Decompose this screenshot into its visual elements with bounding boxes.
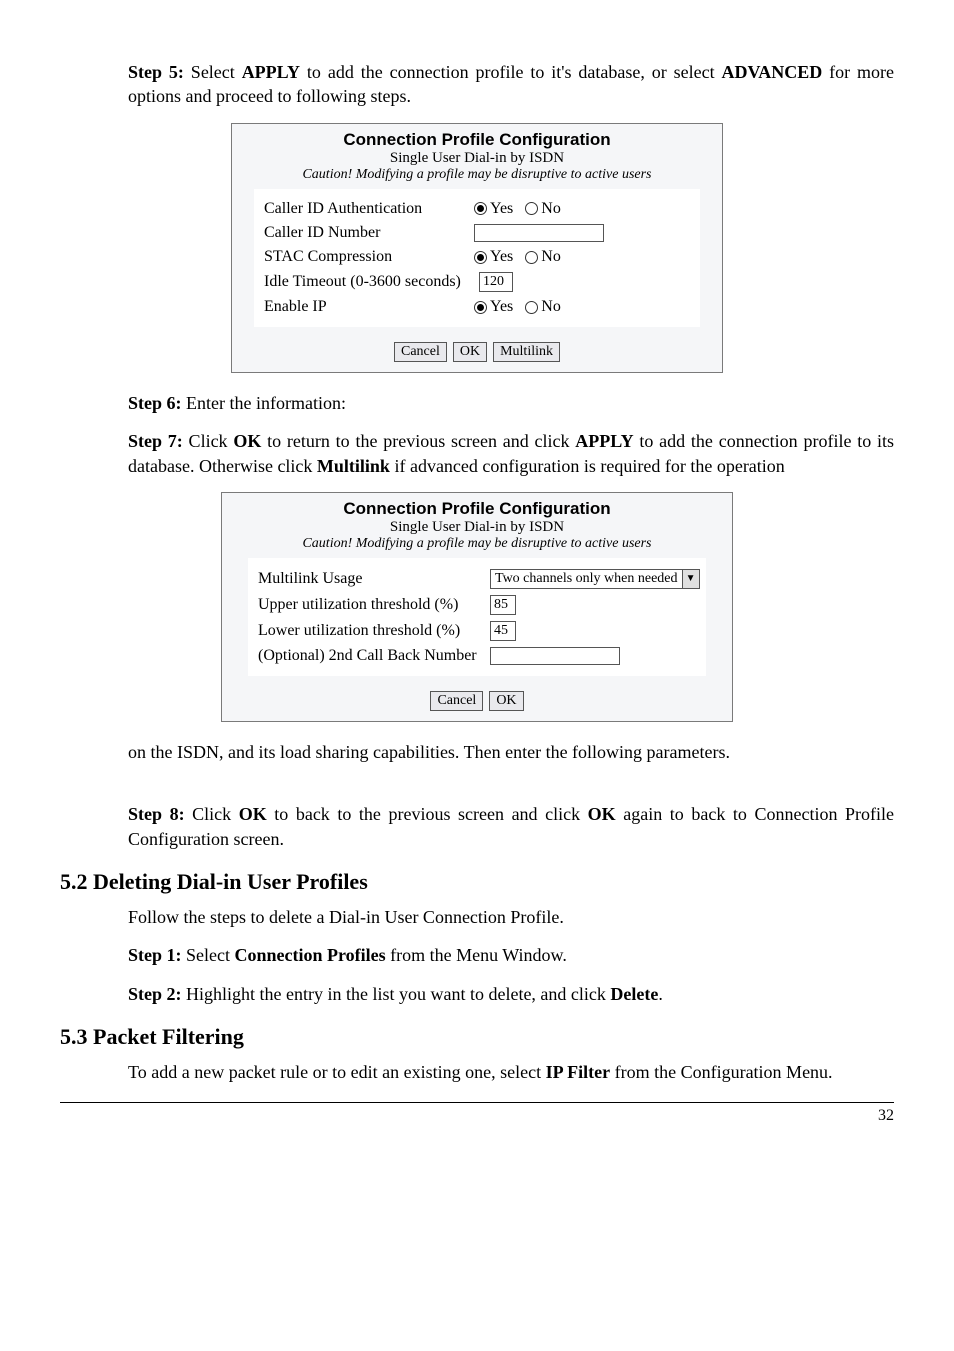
section-5-3-heading: 5.3 Packet Filtering	[60, 1024, 894, 1050]
fig1-title: Connection Profile Configuration	[232, 124, 722, 150]
lower-threshold-input[interactable]: 45	[490, 621, 516, 641]
fig1-body: Caller ID Authentication Yes No Caller I…	[254, 189, 700, 327]
after-fig2-text: on the ISDN, and its load sharing capabi…	[128, 740, 894, 764]
step7-label: Step 7:	[128, 431, 183, 451]
step8-label: Step 8:	[128, 804, 185, 824]
advanced-word: ADVANCED	[722, 62, 823, 82]
caller-id-auth-yes-radio[interactable]	[474, 202, 487, 215]
sec53-intro: To add a new packet rule or to edit an e…	[128, 1060, 894, 1084]
upper-threshold-label: Upper utilization threshold (%)	[258, 596, 490, 614]
fig2-ok-button[interactable]: OK	[489, 691, 523, 711]
caller-id-number-label: Caller ID Number	[264, 224, 474, 242]
step5-paragraph: Step 5: Select APPLY to add the connecti…	[128, 60, 894, 109]
sec52-step1: Step 1: Select Connection Profiles from …	[128, 943, 894, 967]
multilink-usage-label: Multilink Usage	[258, 570, 490, 588]
multilink-usage-select[interactable]: Two channels only when needed ▼	[490, 569, 700, 589]
enable-ip-label: Enable IP	[264, 298, 474, 316]
lower-threshold-label: Lower utilization threshold (%)	[258, 622, 490, 640]
callback-number-label: (Optional) 2nd Call Back Number	[258, 647, 490, 665]
fig1-multilink-button[interactable]: Multilink	[493, 342, 560, 362]
sec52-intro: Follow the steps to delete a Dial-in Use…	[128, 905, 894, 929]
step5-label: Step 5:	[128, 62, 184, 82]
idle-timeout-input[interactable]: 120	[479, 272, 513, 292]
chevron-down-icon: ▼	[682, 570, 699, 588]
page-number: 32	[60, 1102, 894, 1125]
step7-paragraph: Step 7: Click OK to return to the previo…	[128, 429, 894, 478]
stac-yes-radio[interactable]	[474, 251, 487, 264]
fig2-title: Connection Profile Configuration	[222, 493, 732, 519]
stac-no-radio[interactable]	[525, 251, 538, 264]
figure-connection-profile-2: Connection Profile Configuration Single …	[221, 492, 733, 722]
apply-word: APPLY	[242, 62, 300, 82]
step6-paragraph: Step 6: Enter the information:	[128, 391, 894, 415]
fig2-caution: Caution! Modifying a profile may be disr…	[222, 536, 732, 558]
caller-id-auth-no-radio[interactable]	[525, 202, 538, 215]
fig1-cancel-button[interactable]: Cancel	[394, 342, 447, 362]
figure-connection-profile-1: Connection Profile Configuration Single …	[231, 123, 723, 373]
fig2-cancel-button[interactable]: Cancel	[430, 691, 483, 711]
fig1-caution: Caution! Modifying a profile may be disr…	[232, 167, 722, 189]
fig1-subtitle: Single User Dial-in by ISDN	[232, 150, 722, 167]
stac-label: STAC Compression	[264, 248, 474, 266]
sec52-step2: Step 2: Highlight the entry in the list …	[128, 982, 894, 1006]
caller-id-number-input[interactable]	[474, 224, 604, 242]
fig2-body: Multilink Usage Two channels only when n…	[248, 558, 706, 676]
step8-paragraph: Step 8: Click OK to back to the previous…	[128, 802, 894, 851]
caller-id-auth-label: Caller ID Authentication	[264, 200, 474, 218]
idle-timeout-label: Idle Timeout (0-3600 seconds)	[264, 273, 479, 291]
section-5-2-heading: 5.2 Deleting Dial-in User Profiles	[60, 869, 894, 895]
callback-number-input[interactable]	[490, 647, 620, 665]
enable-ip-yes-radio[interactable]	[474, 301, 487, 314]
upper-threshold-input[interactable]: 85	[490, 595, 516, 615]
enable-ip-no-radio[interactable]	[525, 301, 538, 314]
fig1-ok-button[interactable]: OK	[453, 342, 487, 362]
fig2-subtitle: Single User Dial-in by ISDN	[222, 519, 732, 536]
step6-label: Step 6:	[128, 393, 182, 413]
